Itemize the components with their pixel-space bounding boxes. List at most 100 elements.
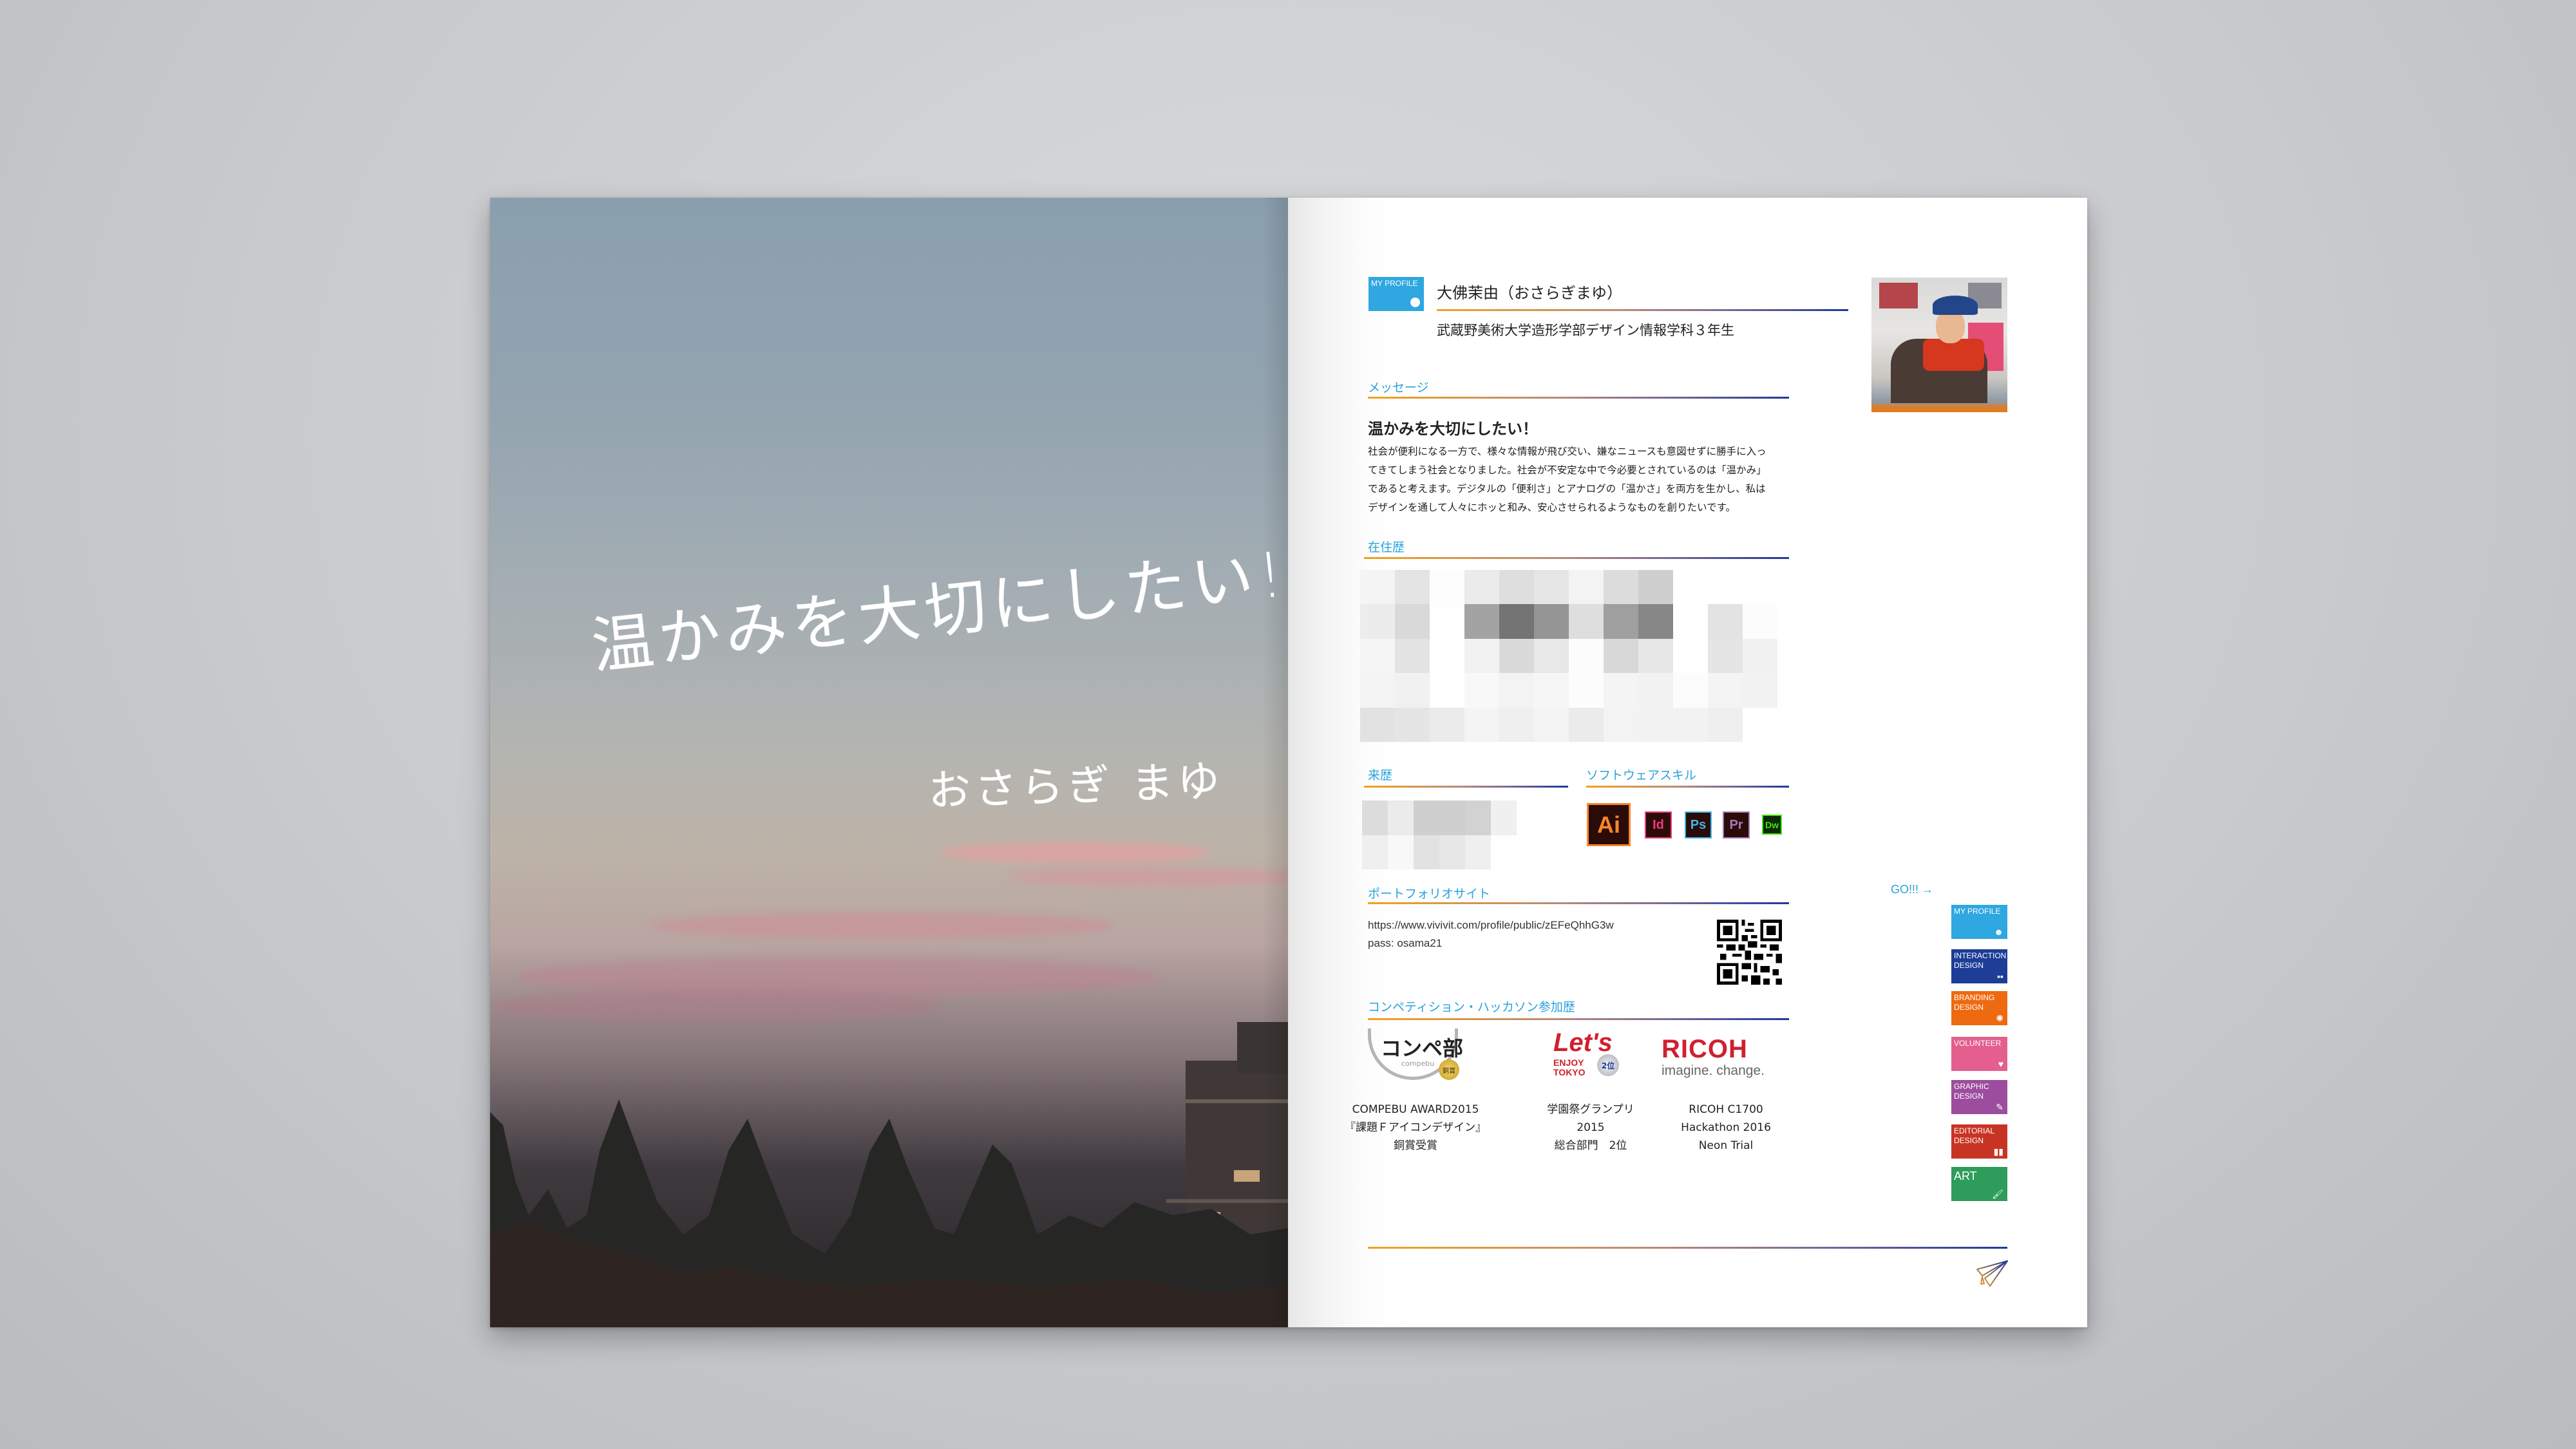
caption-line: Neon Trial	[1698, 1139, 1754, 1152]
nav-tile-interaction[interactable]: INTERACTION DESIGN ▪▪	[1951, 949, 2007, 983]
handwritten-signature: おさらぎ まゆ	[927, 756, 1225, 816]
app-abbr: Pr	[1729, 817, 1743, 832]
ricoh-logo: RICOH imagine. change.	[1662, 1035, 1790, 1080]
message-body: 社会が便利になる一方で、様々な情報が飛び交い、嫌なニュースも意図せずに勝手に入っ…	[1368, 442, 1806, 517]
lets-logo-text: Let's	[1553, 1028, 1613, 1057]
cloud	[941, 842, 1211, 864]
message-line: デザインを通して人々にホッと和み、安心させられるようなものを創りたいです。	[1368, 502, 1736, 513]
photoshop-icon: Ps	[1685, 811, 1712, 838]
residence-mosaic-redacted	[1360, 570, 1777, 742]
photo-person-scarf	[1923, 339, 1984, 371]
palette-icon: 🖌	[1992, 1189, 2003, 1199]
nav-tile-art[interactable]: ART 🖌	[1951, 1167, 2007, 1201]
app-abbr: Id	[1653, 817, 1664, 832]
qr-code-icon[interactable]	[1717, 918, 1782, 987]
nav-tile-label: DESIGN	[1954, 1003, 1984, 1012]
app-abbr: Ps	[1690, 817, 1707, 832]
ricoh-tagline: imagine. change.	[1662, 1063, 1765, 1078]
history-mosaic-redacted	[1362, 800, 1517, 869]
medal-label: 銅賞	[1443, 1067, 1455, 1075]
nav-tile-editorial[interactable]: EDITORIAL DESIGN ▮▮	[1951, 1124, 2007, 1159]
smiley-icon: ☻	[1994, 927, 2003, 937]
book-icon: ▮▮	[1993, 1146, 2003, 1157]
message-line: てきてしまう社会となりました。社会が不安定な中で今必要とされているのは「温かみ」	[1368, 464, 1766, 476]
software-section-title: ソフトウェアスキル	[1586, 768, 1697, 782]
nav-tile-label: VOLUNTEER	[1954, 1039, 2002, 1048]
competitions-section-title: コンペティション・ハッカソン参加歴	[1368, 1000, 1575, 1014]
my-profile-badge: MY PROFILE	[1368, 277, 1424, 311]
medal-label: 2位	[1601, 1061, 1615, 1070]
illustrator-icon: Ai	[1587, 803, 1631, 846]
portfolio-section-title: ポートフォリオサイト	[1368, 887, 1491, 901]
portfolio-url[interactable]: https://www.vivivit.com/profile/public/z…	[1368, 919, 1614, 932]
nav-tile-label: ART	[1954, 1170, 1977, 1182]
network-icon: ✺	[1996, 1013, 2003, 1023]
silver-medal-icon: 2位	[1597, 1054, 1619, 1076]
caption-line: 『課題Ｆアイコンデザイン』	[1344, 1121, 1487, 1134]
people-icon: ▪▪	[1997, 971, 2003, 981]
app-abbr: Ai	[1597, 811, 1620, 838]
caption-line: RICOH C1700	[1689, 1103, 1763, 1116]
award-caption-compebu: COMPEBU AWARD2015 『課題Ｆアイコンデザイン』 銅賞受賞	[1332, 1101, 1499, 1155]
right-page-profile: MY PROFILE 大佛茉由（おさらぎまゆ） 武蔵野美術大学造形学部デザイン情…	[1288, 198, 2087, 1327]
portfolio-password: pass: osama21	[1368, 937, 1443, 949]
nav-tile-label: DESIGN	[1954, 961, 1984, 970]
compebu-logo-sub: compebu	[1401, 1059, 1435, 1068]
message-section-title: メッセージ	[1368, 381, 1429, 395]
cloud	[651, 913, 1115, 938]
lets-logo-sub: ENJOY TOKYO	[1553, 1057, 1586, 1077]
caption-line: Hackathon 2016	[1681, 1121, 1771, 1134]
caption-line: 銅賞受賞	[1394, 1139, 1437, 1152]
nav-tile-volunteer[interactable]: VOLUNTEER ♥	[1951, 1037, 2007, 1071]
history-section-title: 来歴	[1368, 768, 1393, 782]
nav-tile-label: INTERACTION	[1954, 951, 2007, 960]
photo-person-hat	[1933, 296, 1978, 315]
award-caption-ricoh: RICOH C1700 Hackathon 2016 Neon Trial	[1642, 1101, 1810, 1155]
badge-label: MY PROFILE	[1371, 279, 1418, 288]
nav-tile-label: DESIGN	[1954, 1136, 1984, 1145]
smiley-icon	[1410, 298, 1420, 307]
nav-tile-graphic[interactable]: GRAPHIC DESIGN ✎	[1951, 1080, 2007, 1114]
profile-name: 大佛茉由（おさらぎまゆ）	[1437, 284, 1622, 302]
message-line: 社会が便利になる一方で、様々な情報が飛び交い、嫌なニュースも意図せずに勝手に入っ	[1368, 446, 1766, 457]
profile-photo	[1871, 278, 2007, 412]
divider-line	[1586, 786, 1789, 788]
footer-divider-line	[1368, 1247, 2007, 1249]
cloud	[490, 990, 941, 1022]
left-page-photo: 温かみを大切にしたい! おさらぎ まゆ	[490, 198, 1288, 1327]
paper-plane-icon[interactable]	[1976, 1260, 2008, 1287]
handwritten-title: 温かみを大切にしたい!	[588, 538, 1288, 683]
divider-line	[1437, 309, 1848, 311]
nav-tile-label: MY PROFILE	[1954, 907, 2001, 916]
tree-silhouettes	[490, 1099, 1288, 1327]
premiere-icon: Pr	[1723, 811, 1750, 838]
profile-affiliation: 武蔵野美術大学造形学部デザイン情報学科３年生	[1437, 323, 1734, 338]
nav-tile-branding[interactable]: BRANDING DESIGN ✺	[1951, 991, 2007, 1025]
heart-icon: ♥	[1998, 1059, 2003, 1069]
divider-line	[1364, 557, 1789, 559]
caption-line: COMPEBU AWARD2015	[1352, 1103, 1479, 1116]
nav-tile-label: GRAPHIC	[1954, 1082, 1989, 1091]
nav-tile-my-profile[interactable]: MY PROFILE ☻	[1951, 905, 2007, 939]
page-gutter-shadow	[1262, 198, 1288, 1327]
residence-section-title: 在住歴	[1368, 540, 1405, 554]
pencil-icon: ✎	[1996, 1102, 2003, 1112]
nav-tile-label: BRANDING	[1954, 993, 1995, 1002]
divider-line	[1368, 902, 1789, 904]
divider-line	[1368, 1018, 1789, 1020]
message-line: であると考えます。デジタルの「便利さ」とアナログの「温かさ」を両方を生かし、私は	[1368, 483, 1766, 495]
cloud	[516, 958, 1160, 996]
nav-tile-label: DESIGN	[1954, 1092, 1984, 1101]
nav-tile-label: EDITORIAL	[1954, 1126, 1995, 1135]
compebu-logo-text: コンペ部	[1381, 1036, 1464, 1061]
ricoh-logo-text: RICOH	[1662, 1035, 1748, 1063]
dreamweaver-icon: Dw	[1762, 815, 1782, 835]
divider-line	[1368, 397, 1789, 399]
photo-frame-left	[1879, 283, 1918, 308]
message-headline: 温かみを大切にしたい！	[1368, 420, 1538, 438]
go-link[interactable]: GO!!! →	[1891, 883, 1933, 896]
lets-enjoy-tokyo-logo: Let's ENJOY TOKYO 2位	[1551, 1028, 1634, 1090]
app-abbr: Dw	[1765, 819, 1779, 830]
divider-line	[1364, 786, 1568, 788]
bronze-medal-icon: 銅賞	[1439, 1059, 1459, 1080]
